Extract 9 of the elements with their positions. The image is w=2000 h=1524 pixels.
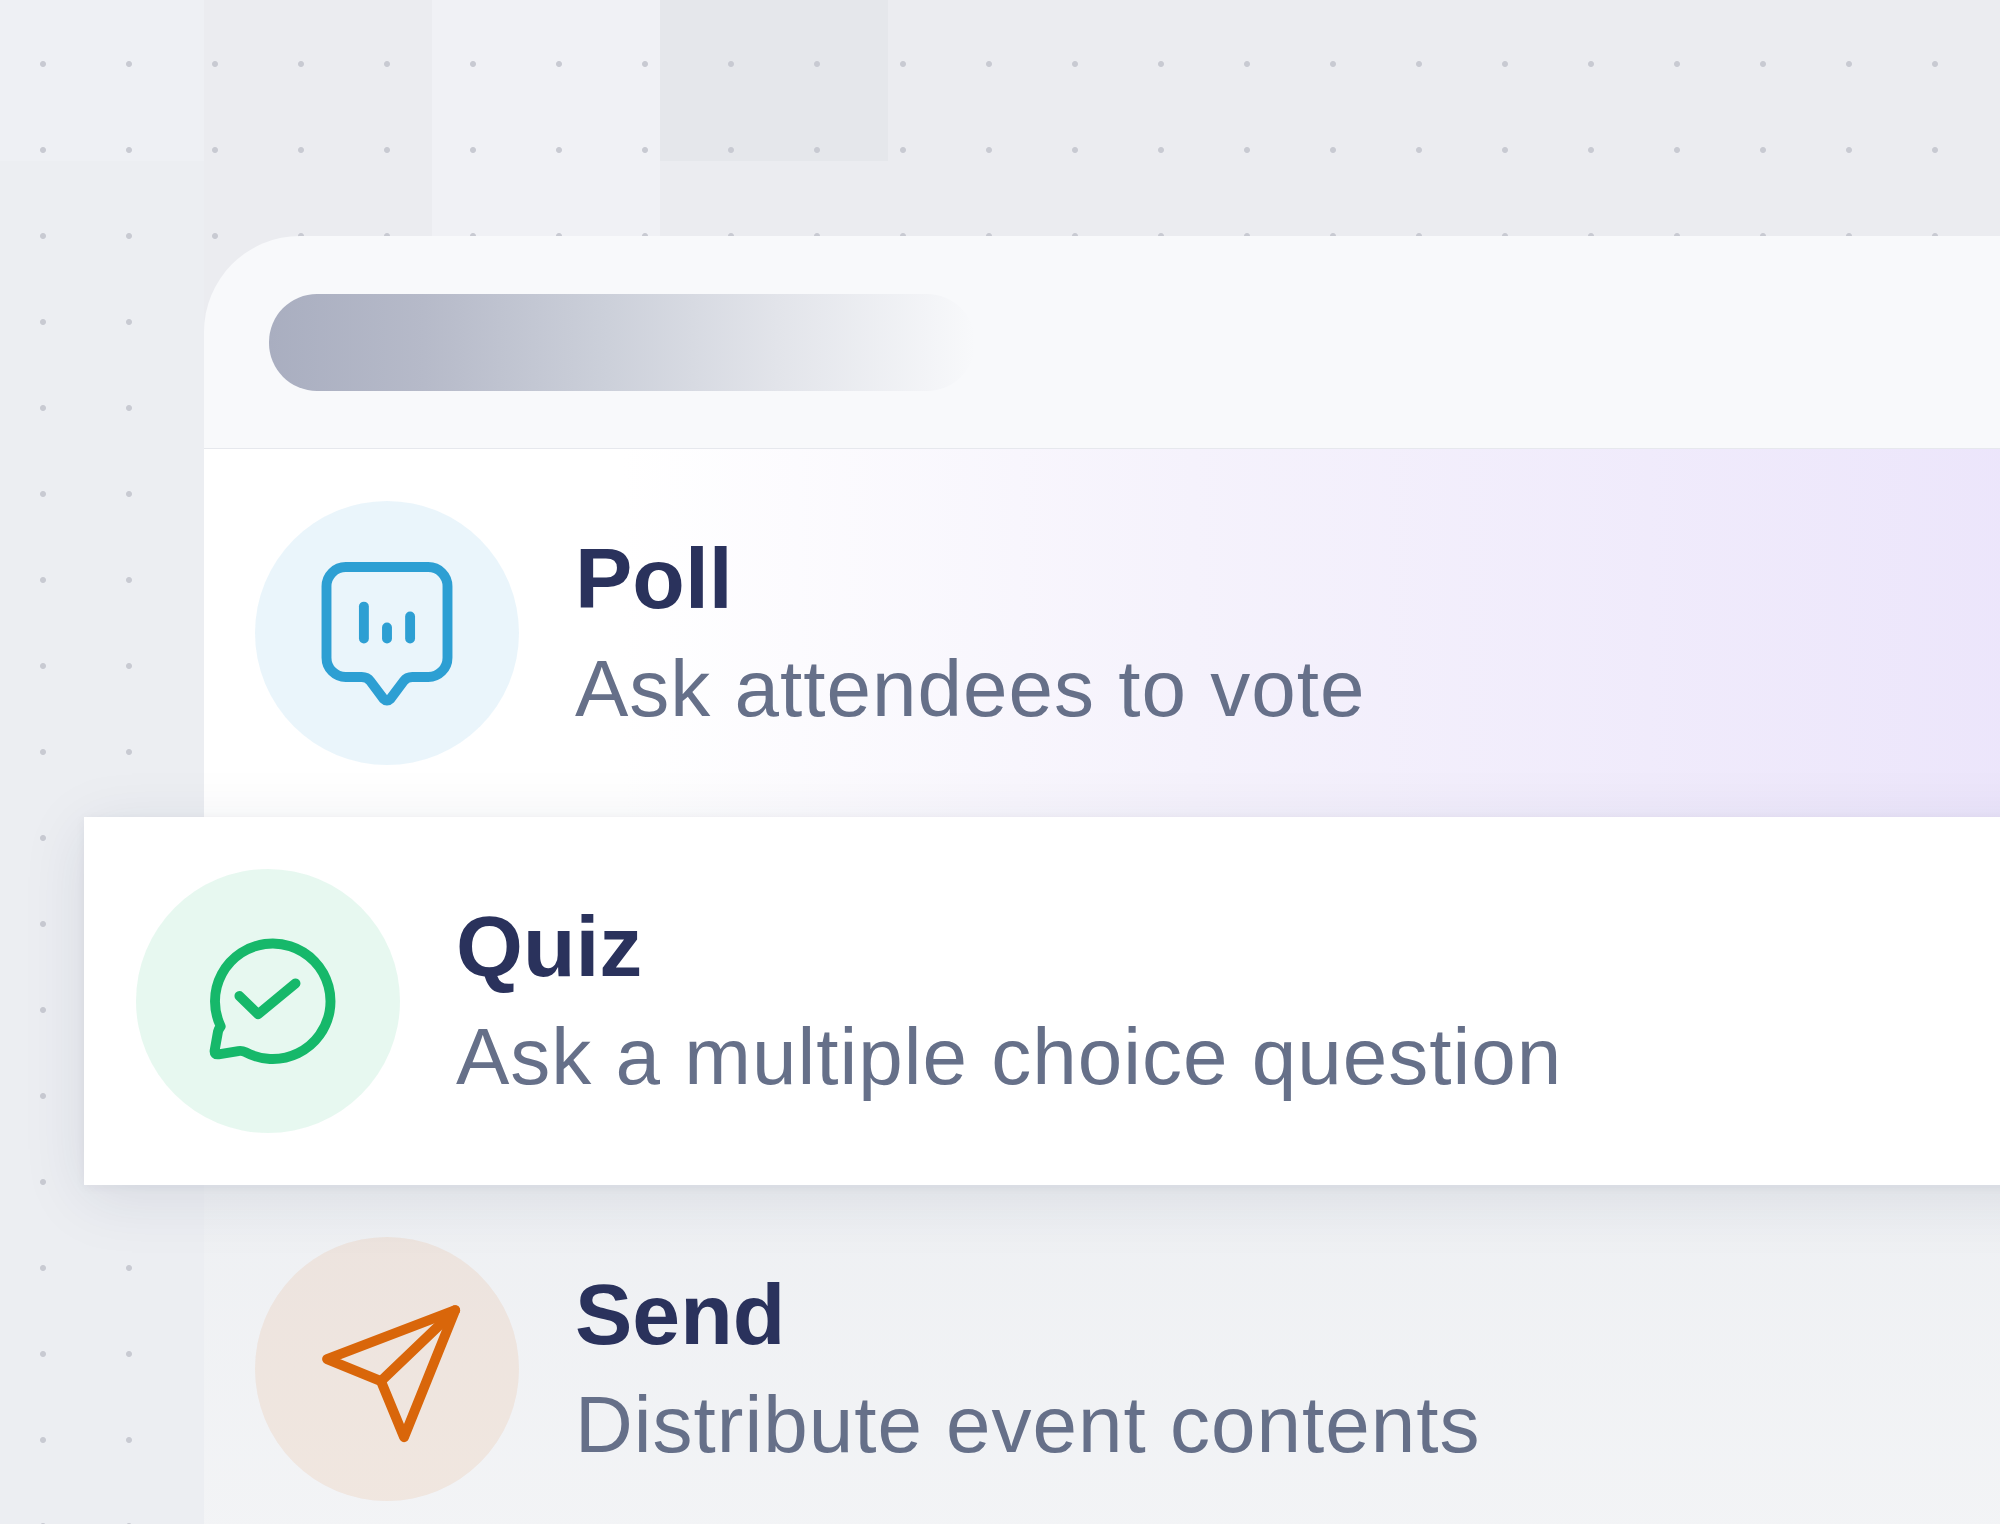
menu-item[interactable]: Quiz Ask a multiple choice question [84,817,2000,1185]
menu-item[interactable]: Send Distribute event contents [204,1185,2000,1524]
item-description: Distribute event contents [575,1379,1481,1472]
item-title: Poll [575,530,734,626]
item-description: Ask attendees to vote [575,643,1366,736]
item-description: Ask a multiple choice question [456,1011,1563,1104]
item-title: Send [575,1266,787,1362]
item-title: Quiz [456,898,644,994]
menu-item[interactable]: Poll Ask attendees to vote [204,449,2000,817]
